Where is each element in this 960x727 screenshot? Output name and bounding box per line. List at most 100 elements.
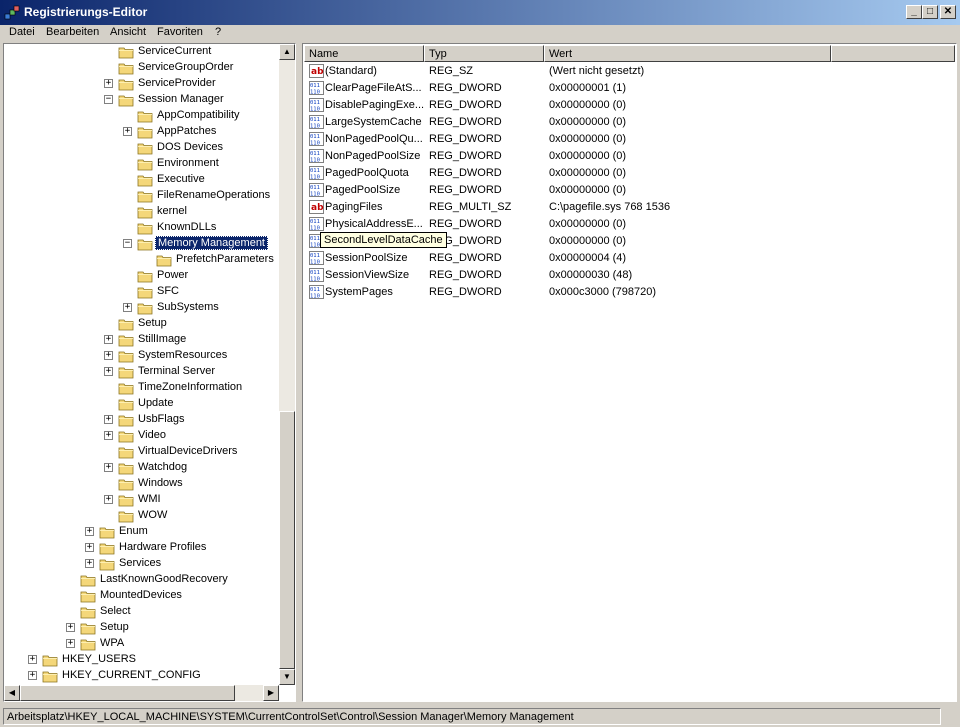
tree-node-label[interactable]: SystemResources xyxy=(136,349,229,361)
tree-node-label[interactable]: Setup xyxy=(136,317,169,329)
column-header-value[interactable]: Wert xyxy=(544,45,831,62)
title-bar[interactable]: Registrierungs-Editor _ □ ✕ xyxy=(0,0,960,25)
tree-vertical-scrollbar[interactable]: ▲ ▼ xyxy=(279,44,295,685)
expand-icon[interactable]: + xyxy=(66,639,75,648)
folder-icon xyxy=(137,189,153,203)
value-row[interactable]: 011 110 PhysicalAddressE... REG_DWORD 0x0000… xyxy=(307,216,947,233)
expand-icon[interactable]: + xyxy=(28,655,37,664)
value-row[interactable]: 011 110 LargeSystemCache REG_DWORD 0x0000000… xyxy=(307,114,947,131)
value-row[interactable]: 011 110 SessionViewSize REG_DWORD 0x00000030… xyxy=(307,267,947,284)
tree-node-label[interactable]: HKEY_USERS xyxy=(60,653,138,665)
expand-icon[interactable]: + xyxy=(104,79,113,88)
scroll-thumb[interactable] xyxy=(279,411,295,669)
value-data: 0x00000000 (0) xyxy=(549,99,627,111)
expand-icon[interactable]: + xyxy=(104,495,113,504)
tree-node-label[interactable]: Enum xyxy=(117,525,150,537)
tree-node-label[interactable]: Memory Management xyxy=(155,236,268,250)
maximize-button[interactable]: □ xyxy=(922,5,938,19)
tree-node-label[interactable]: WMI xyxy=(136,493,163,505)
tree-node-label[interactable]: WPA xyxy=(98,637,126,649)
values-list[interactable]: Name Typ Wert ab (Standard) REG_SZ (Wert ni… xyxy=(302,43,957,702)
expand-icon[interactable]: + xyxy=(85,559,94,568)
tree-node-label[interactable]: FileRenameOperations xyxy=(155,189,272,201)
scroll-down-button[interactable]: ▼ xyxy=(279,669,295,685)
tree-node-label[interactable]: Setup xyxy=(98,621,131,633)
tree-node-label[interactable]: Power xyxy=(155,269,190,281)
menu-ansicht[interactable]: Ansicht xyxy=(110,26,146,38)
tree-node-label[interactable]: Services xyxy=(117,557,163,569)
expand-icon[interactable]: + xyxy=(104,431,113,440)
scroll-up-button[interactable]: ▲ xyxy=(279,44,295,60)
value-row[interactable]: ab PagingFiles REG_MULTI_SZ C:\pagefile.sys… xyxy=(307,199,947,216)
value-row[interactable]: 011 110 NonPagedPoolQu... REG_DWORD 0x000000… xyxy=(307,131,947,148)
scroll-right-button[interactable]: ▶ xyxy=(263,685,279,701)
expand-icon[interactable]: + xyxy=(123,127,132,136)
tree-node-label[interactable]: ServiceProvider xyxy=(136,77,218,89)
minimize-button[interactable]: _ xyxy=(906,5,922,19)
collapse-icon[interactable]: − xyxy=(104,95,113,104)
value-row[interactable]: 011 110 DisablePagingExe... REG_DWORD 0x0000… xyxy=(307,97,947,114)
tree-node-label[interactable]: WOW xyxy=(136,509,169,521)
horizontal-scroll-thumb[interactable] xyxy=(20,685,235,701)
scroll-left-button[interactable]: ◀ xyxy=(4,685,20,701)
tree-node-label[interactable]: Executive xyxy=(155,173,207,185)
svg-text:011: 011 xyxy=(310,117,320,123)
tree-node-label[interactable]: Select xyxy=(98,605,133,617)
value-row[interactable]: 011 110 ClearPageFileAtS... REG_DWORD 0x0000… xyxy=(307,80,947,97)
menu-favoriten[interactable]: Favoriten xyxy=(157,26,203,38)
tree-node-label[interactable]: VirtualDeviceDrivers xyxy=(136,445,239,457)
collapse-icon[interactable]: − xyxy=(123,239,132,248)
tree-node-label[interactable]: SubSystems xyxy=(155,301,221,313)
expand-icon[interactable]: + xyxy=(85,527,94,536)
tree-node-label[interactable]: SFC xyxy=(155,285,181,297)
tree-node-label[interactable]: StillImage xyxy=(136,333,188,345)
value-row[interactable]: 011 110 NonPagedPoolSize REG_DWORD 0x0000000… xyxy=(307,148,947,165)
column-header-type[interactable]: Typ xyxy=(424,45,544,62)
menu-datei[interactable]: Datei xyxy=(9,26,35,38)
expand-icon[interactable]: + xyxy=(104,335,113,344)
tree-node-label[interactable]: LastKnownGoodRecovery xyxy=(98,573,230,585)
expand-icon[interactable]: + xyxy=(28,671,37,680)
tree-node-label[interactable]: DOS Devices xyxy=(155,141,225,153)
registry-tree[interactable]: ServiceCurrent ServiceGroupOrder + ServiceP… xyxy=(3,43,296,702)
tree-node-label[interactable]: UsbFlags xyxy=(136,413,186,425)
tree-node-label[interactable]: KnownDLLs xyxy=(155,221,218,233)
menu-help[interactable]: ? xyxy=(215,26,221,38)
expand-icon[interactable]: + xyxy=(123,303,132,312)
close-button[interactable]: ✕ xyxy=(940,5,956,19)
menu-bearbeiten[interactable]: Bearbeiten xyxy=(46,26,99,38)
tree-node-label[interactable]: Windows xyxy=(136,477,185,489)
tree-node-label[interactable]: Terminal Server xyxy=(136,365,217,377)
value-row[interactable]: 011 110 PagedPoolSize REG_DWORD 0x00000000 (… xyxy=(307,182,947,199)
tree-horizontal-scrollbar[interactable]: ◀ ▶ xyxy=(4,685,279,701)
expand-icon[interactable]: + xyxy=(104,415,113,424)
tree-node-label[interactable]: Watchdog xyxy=(136,461,189,473)
value-row[interactable]: 011 110 SessionPoolSize REG_DWORD 0x00000004… xyxy=(307,250,947,267)
tree-node-label[interactable]: AppCompatibility xyxy=(155,109,242,121)
expand-icon[interactable]: + xyxy=(66,623,75,632)
tree-node-label[interactable]: MountedDevices xyxy=(98,589,184,601)
tree-node-label[interactable]: kernel xyxy=(155,205,189,217)
expand-icon[interactable]: + xyxy=(104,463,113,472)
tree-node-label[interactable]: AppPatches xyxy=(155,125,218,137)
tree-node-label[interactable]: ServiceGroupOrder xyxy=(136,61,235,73)
folder-icon xyxy=(118,45,134,59)
expand-icon[interactable]: + xyxy=(85,543,94,552)
tree-node-label[interactable]: HKEY_CURRENT_CONFIG xyxy=(60,669,203,681)
tree-node-label[interactable]: TimeZoneInformation xyxy=(136,381,244,393)
tree-node-label[interactable]: Hardware Profiles xyxy=(117,541,208,553)
column-header-name[interactable]: Name xyxy=(304,45,424,62)
value-row[interactable]: 011 110 SystemPages REG_DWORD 0x000c3000 (79… xyxy=(307,284,947,301)
tree-node-label[interactable]: PrefetchParameters xyxy=(174,253,276,265)
expand-icon[interactable]: + xyxy=(104,367,113,376)
tree-node-label[interactable]: Update xyxy=(136,397,175,409)
svg-text:011: 011 xyxy=(310,83,320,89)
tree-node-label[interactable]: Video xyxy=(136,429,168,441)
value-row[interactable]: ab (Standard) REG_SZ (Wert nicht gesetzt) xyxy=(307,63,947,80)
tree-node-label[interactable]: ServiceCurrent xyxy=(136,45,213,57)
tree-node-label[interactable]: Session Manager xyxy=(136,93,226,105)
value-row[interactable]: 011 110 PagedPoolQuota REG_DWORD 0x00000000 … xyxy=(307,165,947,182)
folder-icon xyxy=(99,541,115,555)
expand-icon[interactable]: + xyxy=(104,351,113,360)
tree-node-label[interactable]: Environment xyxy=(155,157,221,169)
